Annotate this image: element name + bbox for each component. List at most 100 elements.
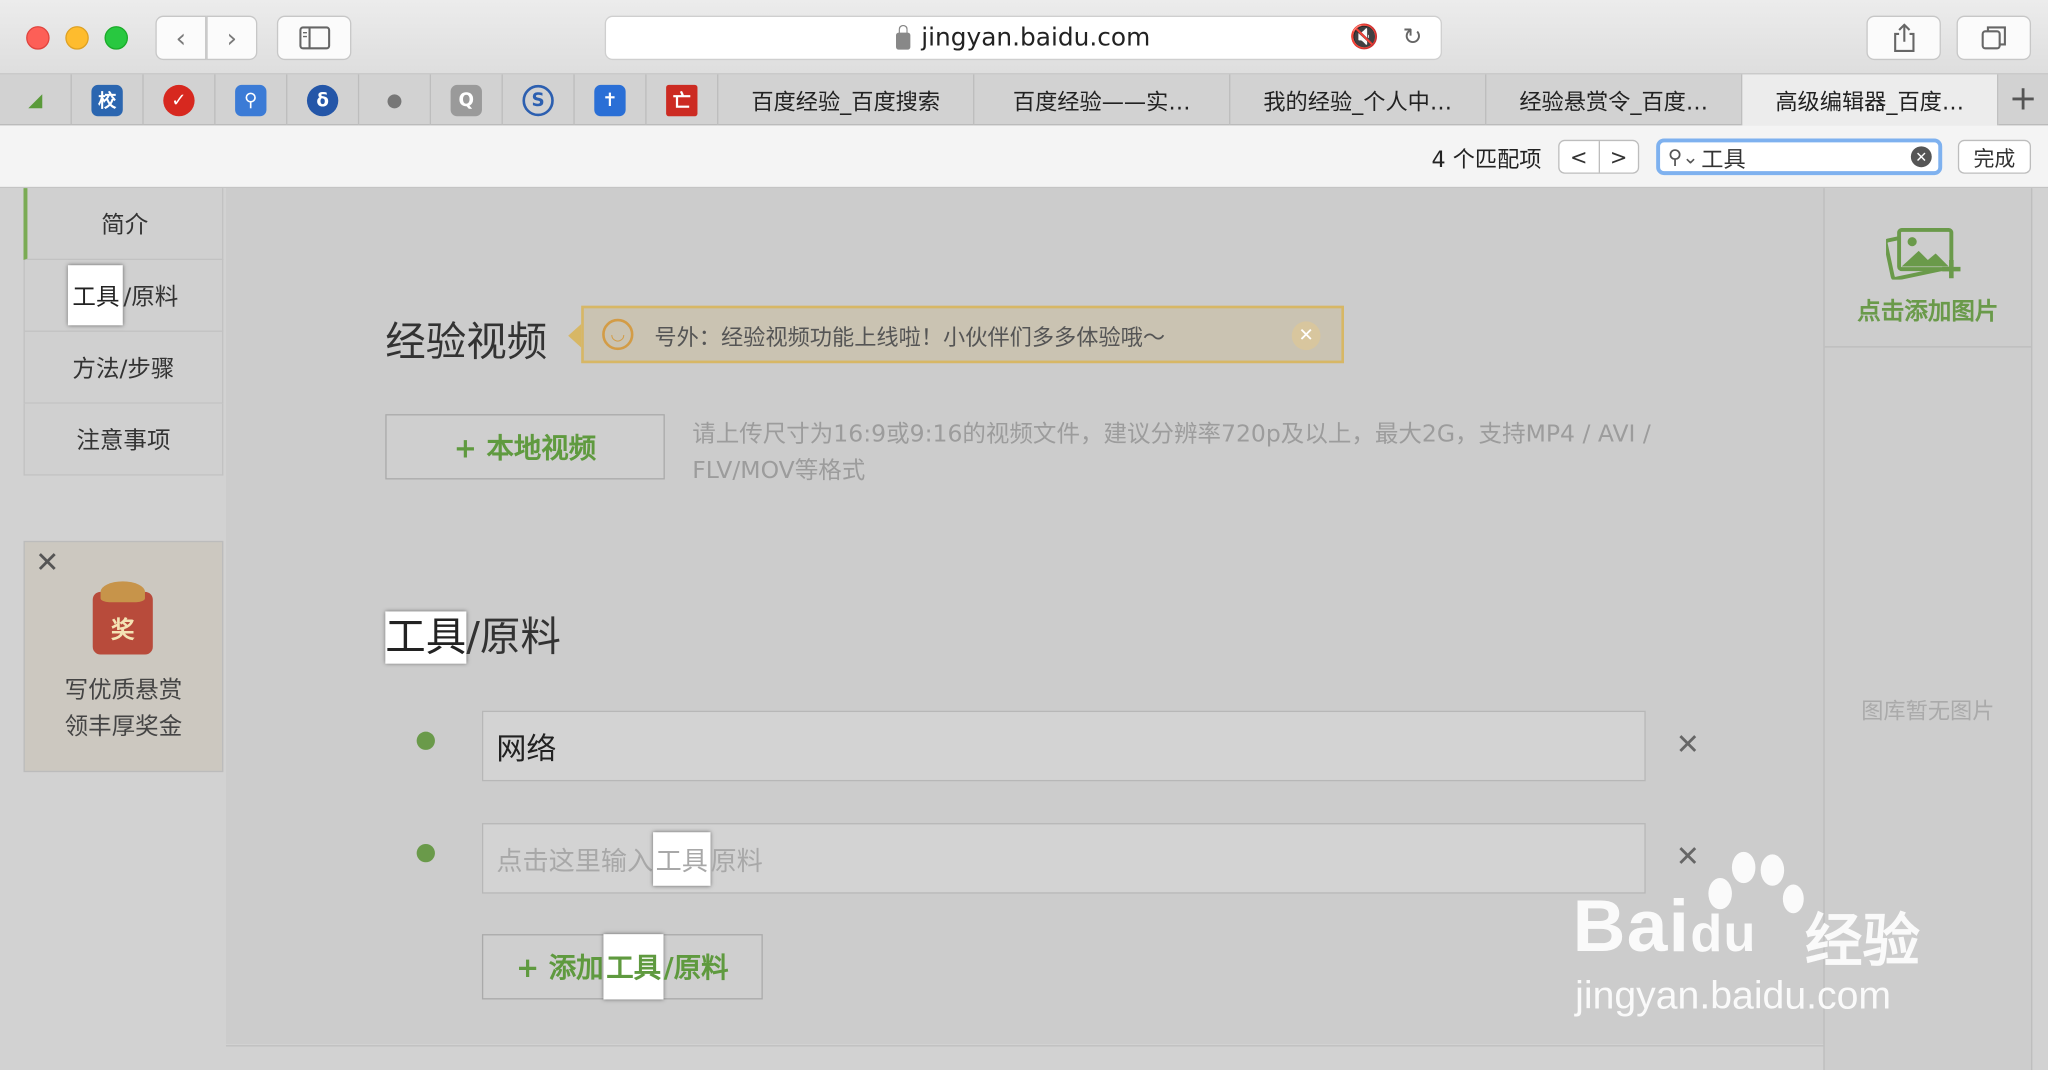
find-done-button[interactable]: 完成 bbox=[1957, 139, 2032, 174]
share-button[interactable] bbox=[1866, 15, 1941, 61]
nav-item-steps[interactable]: 方法/步骤 bbox=[23, 331, 224, 404]
red-swoosh-icon: ✓ bbox=[163, 84, 195, 116]
cross-icon: ✝ bbox=[594, 84, 626, 116]
pinned-tab[interactable]: ◢ bbox=[0, 74, 72, 126]
chevron-left-icon: ‹ bbox=[175, 22, 187, 54]
search-highlight: 工具 bbox=[603, 934, 664, 1000]
chevron-right-icon: › bbox=[226, 22, 238, 54]
new-tab-button[interactable]: + bbox=[1998, 74, 2048, 124]
nav-item-tools[interactable]: 工具/原料 bbox=[23, 259, 224, 332]
upload-hint: 请上传尺寸为16:9或9:16的视频文件，建议分辨率720p及以上，最大2G，支… bbox=[692, 420, 1651, 485]
apple-icon: ● bbox=[386, 89, 403, 111]
url-text: jingyan.baidu.com bbox=[921, 23, 1151, 53]
video-section-title: 经验视频 bbox=[385, 318, 548, 366]
tools-title-rest: /原料 bbox=[466, 614, 561, 662]
mute-icon[interactable]: 🔇 bbox=[1350, 24, 1379, 51]
add-tool-button[interactable]: + 添加 工具/原料 bbox=[481, 934, 763, 1000]
tab-bar: ◢ 校 ✓ ⚲ δ ● Q S ✝ 亡 百度经验_百度搜索 百度经验——实… 我… bbox=[0, 74, 2048, 126]
tool-item-field[interactable]: 网络 bbox=[481, 710, 1646, 782]
lock-icon bbox=[896, 24, 911, 49]
blue-s-icon: S bbox=[522, 84, 554, 116]
brand-du: du bbox=[1690, 905, 1757, 963]
left-nav: 简介 工具/原料 方法/步骤 注意事项 bbox=[23, 188, 224, 476]
minimize-window-button[interactable] bbox=[65, 26, 89, 50]
search-highlight: 工具 bbox=[653, 831, 711, 886]
red-envelope-icon: 奖 bbox=[92, 581, 153, 655]
clear-icon[interactable]: ✕ bbox=[1910, 146, 1932, 168]
pinned-tab[interactable]: ✝ bbox=[575, 74, 647, 126]
pinned-tab[interactable]: ⚲ bbox=[216, 74, 288, 126]
placeholder-post: 原料 bbox=[710, 844, 763, 876]
green-leaf-icon: ◢ bbox=[28, 89, 43, 111]
smile-icon: ◡ bbox=[602, 318, 634, 351]
pinned-tab[interactable]: ● bbox=[359, 74, 432, 126]
sidebar-icon bbox=[298, 26, 330, 50]
add-tool-post: /原料 bbox=[663, 952, 729, 984]
video-notice: ◡ 号外：经验视频功能上线啦！小伙伴们多多体验哦～ ✕ bbox=[568, 305, 1344, 364]
share-icon bbox=[1893, 23, 1914, 52]
add-image-icon bbox=[1886, 227, 1961, 280]
reload-icon[interactable]: ↻ bbox=[1403, 24, 1423, 51]
nav-item-tools-rest: /原料 bbox=[123, 283, 179, 311]
tab-3[interactable]: 我的经验_个人中… bbox=[1230, 74, 1487, 126]
watermark-brand: Baidu bbox=[1573, 883, 1757, 968]
tab-overview-button[interactable] bbox=[1956, 15, 2032, 61]
upload-local-video-button[interactable]: + 本地视频 bbox=[385, 414, 665, 480]
pinned-tab[interactable]: 亡 bbox=[647, 74, 719, 126]
address-bar[interactable]: jingyan.baidu.com 🔇 ↻ bbox=[604, 15, 1442, 61]
close-notice-icon[interactable]: ✕ bbox=[1291, 321, 1321, 351]
baidu-jingyan-watermark: Baidu 经验 jingyan.baidu.com bbox=[1567, 847, 1959, 1030]
remove-item-button[interactable]: ✕ bbox=[1676, 729, 1700, 762]
list-bullet bbox=[416, 731, 435, 750]
promo-line-2: 领丰厚奖金 bbox=[64, 713, 183, 741]
add-image-button[interactable]: 点击添加图片 bbox=[1824, 188, 2032, 348]
school-icon: 校 bbox=[91, 84, 123, 116]
add-tool-pre: + 添加 bbox=[516, 952, 604, 984]
add-image-label: 点击添加图片 bbox=[1857, 297, 1999, 326]
find-next-button[interactable]: > bbox=[1599, 141, 1638, 172]
image-search-icon: ⚲ bbox=[235, 84, 267, 116]
reward-promo[interactable]: ✕ 奖 写优质悬赏 领丰厚奖金 bbox=[23, 540, 224, 773]
find-query: 工具 bbox=[1701, 146, 1746, 174]
tab-2[interactable]: 百度经验——实… bbox=[974, 74, 1231, 126]
find-match-count: 4 个匹配项 bbox=[1431, 147, 1542, 174]
divider bbox=[225, 1045, 1824, 1047]
promo-line-1: 写优质悬赏 bbox=[64, 676, 183, 705]
q-icon: Q bbox=[450, 84, 482, 116]
pinned-tab[interactable]: δ bbox=[287, 74, 360, 126]
promo-text: 写优质悬赏 领丰厚奖金 bbox=[25, 673, 222, 746]
nav-item-intro[interactable]: 简介 bbox=[23, 188, 224, 260]
pinned-tab[interactable]: 校 bbox=[72, 74, 144, 126]
sidebar-toggle-button[interactable] bbox=[276, 15, 352, 61]
pinned-tab[interactable]: ✓ bbox=[144, 74, 216, 126]
search-highlight: 工具 bbox=[385, 611, 467, 664]
watermark-cn: 经验 bbox=[1805, 907, 1920, 975]
badge-text: 奖 bbox=[111, 616, 135, 645]
tabs-icon bbox=[1980, 26, 2006, 50]
red-logo-icon: 亡 bbox=[666, 84, 698, 116]
find-input[interactable]: ⚲⌄ 工具 ✕ bbox=[1656, 138, 1943, 176]
brand-bai: Bai bbox=[1572, 884, 1691, 967]
tab-4[interactable]: 经验悬赏令_百度… bbox=[1486, 74, 1743, 126]
back-button[interactable]: ‹ bbox=[155, 15, 207, 61]
tools-section-title: 工具/原料 bbox=[385, 604, 561, 664]
tab-5-active[interactable]: 高级编辑器_百度… bbox=[1742, 74, 1999, 126]
tool-item-input[interactable]: 点击这里输入 工具 原料 bbox=[481, 823, 1646, 894]
search-highlight: 工具 bbox=[68, 265, 124, 326]
title-bar: ‹ › jingyan.baidu.com 🔇 ↻ bbox=[0, 0, 2048, 75]
tab-1[interactable]: 百度经验_百度搜索 bbox=[718, 74, 975, 126]
pinned-tab[interactable]: S bbox=[503, 74, 575, 126]
find-prev-button[interactable]: < bbox=[1560, 141, 1600, 173]
notice-text: 号外：经验视频功能上线啦！小伙伴们多多体验哦～ bbox=[654, 324, 1166, 351]
search-icon: ⚲⌄ bbox=[1667, 145, 1699, 169]
close-icon[interactable]: ✕ bbox=[35, 547, 59, 580]
browser-window: { "browser": { "url": "jingyan.baidu.com… bbox=[0, 0, 2048, 1070]
close-window-button[interactable] bbox=[26, 26, 50, 50]
forward-button[interactable]: › bbox=[206, 15, 258, 61]
placeholder-pre: 点击这里输入 bbox=[496, 844, 654, 876]
watermark-url: jingyan.baidu.com bbox=[1575, 974, 1892, 1018]
pinned-tab[interactable]: Q bbox=[431, 74, 503, 126]
gallery-empty-text: 图库暂无图片 bbox=[1861, 698, 1995, 726]
nav-item-notes[interactable]: 注意事项 bbox=[23, 403, 224, 476]
zoom-window-button[interactable] bbox=[104, 26, 128, 50]
